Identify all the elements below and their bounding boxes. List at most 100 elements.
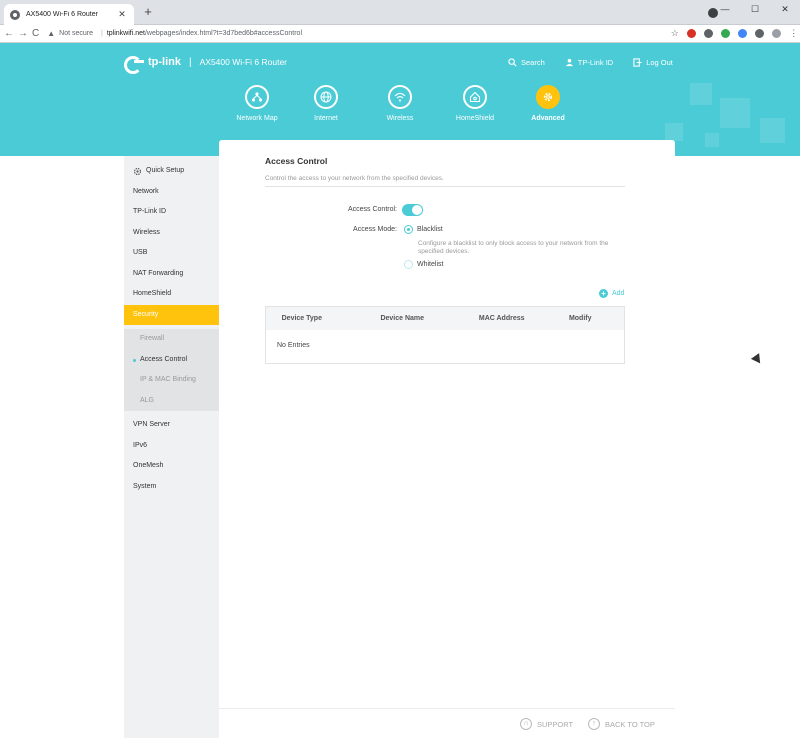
model-name: AX5400 Wi-Fi 6 Router xyxy=(199,57,288,67)
column-mac-address: MAC Address xyxy=(478,315,525,322)
maximize-button[interactable]: ☐ xyxy=(740,0,770,18)
add-label: Add xyxy=(612,290,625,297)
window-controls: — ☐ ✕ xyxy=(710,0,800,18)
device-table: Device Type Device Name MAC Address Modi… xyxy=(265,306,625,364)
drive-icon[interactable] xyxy=(721,29,731,38)
logout-link[interactable]: Log Out xyxy=(633,58,673,67)
sidebar-item-tplink-id[interactable]: TP-Link ID xyxy=(124,202,219,223)
adblock-icon[interactable] xyxy=(687,29,697,38)
search-icon xyxy=(508,58,517,67)
new-tab-button[interactable]: + xyxy=(140,4,156,20)
not-secure-label[interactable]: Not secure xyxy=(59,30,93,37)
sidebar-subitem-alg[interactable]: ALG xyxy=(124,391,219,412)
minimize-button[interactable]: — xyxy=(710,0,740,18)
nav-advanced-label: Advanced xyxy=(531,115,565,122)
nav-homeshield[interactable]: HomeShield xyxy=(442,85,508,122)
sidebar-item-vpn-server[interactable]: VPN Server xyxy=(124,415,219,436)
reload-button[interactable]: C xyxy=(32,26,39,42)
support-link[interactable]: ∩ SUPPORT xyxy=(520,718,573,730)
puzzle-icon[interactable] xyxy=(755,29,765,38)
header-decoration xyxy=(690,83,712,105)
blacklist-radio[interactable]: Blacklist xyxy=(404,225,443,234)
arrow-up-icon: ↑ xyxy=(588,718,600,730)
column-device-name: Device Name xyxy=(380,315,425,322)
search-label: Search xyxy=(521,58,545,67)
tplink-logo[interactable]: tp-link | AX5400 Wi-Fi 6 Router xyxy=(124,54,288,74)
sidebar-item-homeshield[interactable]: HomeShield xyxy=(124,284,219,305)
sidebar-item-security[interactable]: Security xyxy=(124,304,219,325)
sidebar-item-quick-setup[interactable]: Quick Setup xyxy=(124,161,219,182)
nav-network-map[interactable]: Network Map xyxy=(224,85,290,122)
blacklist-hint: Configure a blacklist to only block acce… xyxy=(418,240,609,255)
gear-icon xyxy=(536,85,560,109)
sidebar-item-label: Quick Setup xyxy=(146,167,185,174)
back-to-top-link[interactable]: ↑ BACK TO TOP xyxy=(588,718,655,730)
column-modify: Modify xyxy=(568,315,592,322)
url-host: tplinkwifi.net xyxy=(106,30,145,37)
page-description: Control the access to your network from … xyxy=(265,175,444,182)
headset-icon: ∩ xyxy=(520,718,532,730)
header-links: Search TP-Link ID Log Out xyxy=(508,58,693,67)
sidebar-item-system[interactable]: System xyxy=(124,477,219,498)
sidebar-item-ipv6[interactable]: IPv6 xyxy=(124,436,219,457)
nav-internet[interactable]: Internet xyxy=(293,85,359,122)
column-device-type: Device Type xyxy=(281,315,322,322)
home-shield-icon xyxy=(463,85,487,109)
globe-icon xyxy=(314,85,338,109)
sidebar-subitem-firewall[interactable]: Firewall xyxy=(124,329,219,350)
table-header: Device Type Device Name MAC Address Modi… xyxy=(266,307,624,330)
bookmark-star-icon[interactable]: ☆ xyxy=(670,29,679,38)
browser-tab[interactable]: AX5400 Wi-Fi 6 Router ✕ xyxy=(4,4,134,25)
quick-setup-gear-icon xyxy=(133,167,142,175)
sidebar-item-usb[interactable]: USB xyxy=(124,243,219,264)
profile-icon[interactable] xyxy=(772,29,782,38)
address-separator: | xyxy=(101,30,103,37)
back-button[interactable]: ← xyxy=(4,26,14,42)
nav-wireless-label: Wireless xyxy=(386,115,414,122)
search-link[interactable]: Search xyxy=(508,58,545,67)
sidebar-item-onemesh[interactable]: OneMesh xyxy=(124,456,219,477)
extension-icon[interactable] xyxy=(738,29,748,38)
browser-tab-strip: AX5400 Wi-Fi 6 Router ✕ + — ☐ ✕ xyxy=(0,0,800,25)
blacklist-label: Blacklist xyxy=(417,226,443,233)
tab-title: AX5400 Wi-Fi 6 Router xyxy=(26,11,98,18)
address-bar[interactable]: ▲ Not secure | tplinkwifi.net /webpages/… xyxy=(47,27,662,41)
forward-button[interactable]: → xyxy=(18,26,28,42)
access-control-label: Access Control: xyxy=(347,206,397,213)
menu-icon[interactable]: ⋮ xyxy=(789,29,798,38)
warning-icon: ▲ xyxy=(47,29,56,38)
tplink-id-link[interactable]: TP-Link ID xyxy=(565,58,613,67)
url-path: /webpages/index.html?t=3d7bed6b#accessCo… xyxy=(144,30,303,37)
browser-toolbar: ← → C ▲ Not secure | tplinkwifi.net /web… xyxy=(0,25,800,43)
network-map-icon xyxy=(245,85,269,109)
blacklist-radio-button[interactable] xyxy=(404,225,413,234)
nav-network-map-label: Network Map xyxy=(236,115,278,122)
extension-area: ☆ ⋮ xyxy=(662,29,798,38)
nav-advanced[interactable]: Advanced xyxy=(515,85,581,122)
whitelist-radio[interactable]: Whitelist xyxy=(404,260,443,269)
back-to-top-label: BACK TO TOP xyxy=(605,719,655,729)
whitelist-radio-button[interactable] xyxy=(404,260,413,269)
sidebar-subitem-access-control[interactable]: Access Control xyxy=(124,350,219,371)
nav-wireless[interactable]: Wireless xyxy=(367,85,433,122)
logo-divider: | xyxy=(189,56,192,68)
sidebar: Quick Setup Network TP-Link ID Wireless … xyxy=(124,156,219,738)
title-divider xyxy=(265,186,625,187)
tplink-id-icon xyxy=(565,58,573,67)
tplink-logo-icon xyxy=(124,54,144,74)
sidebar-item-nat-forwarding[interactable]: NAT Forwarding xyxy=(124,264,219,285)
whitelist-label: Whitelist xyxy=(417,261,444,268)
main-panel: Access Control Control the access to you… xyxy=(219,140,675,738)
add-icon: + xyxy=(599,289,608,298)
access-control-toggle[interactable] xyxy=(402,204,423,216)
sidebar-item-wireless[interactable]: Wireless xyxy=(124,223,219,244)
privacy-badger-icon[interactable] xyxy=(704,29,714,38)
tplink-favicon-icon xyxy=(10,9,20,20)
sidebar-item-network[interactable]: Network xyxy=(124,182,219,203)
wifi-icon xyxy=(388,85,412,109)
close-window-button[interactable]: ✕ xyxy=(770,0,800,18)
header-decoration xyxy=(760,118,785,143)
sidebar-subitem-ip-mac-binding[interactable]: IP & MAC Binding xyxy=(124,370,219,391)
tab-close-icon[interactable]: ✕ xyxy=(116,9,128,20)
add-button[interactable]: + Add xyxy=(599,289,624,298)
